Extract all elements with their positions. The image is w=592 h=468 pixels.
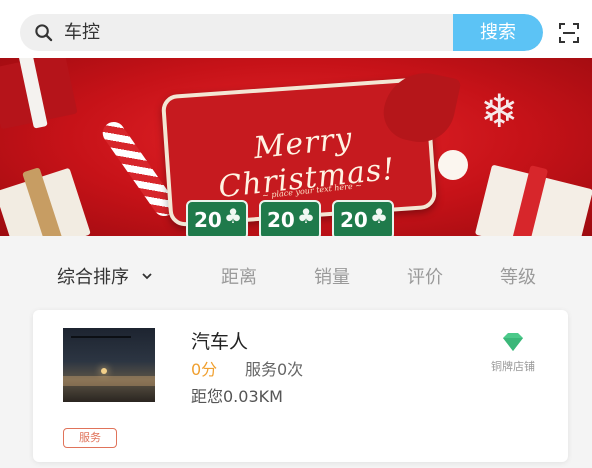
promo-badge-value: 20: [267, 208, 295, 232]
shop-card[interactable]: 汽车人 0分 服务0次 距您0.03KM 铜牌店铺 服务: [33, 310, 568, 462]
promo-badge-value: 20: [340, 208, 368, 232]
shop-score: 0分: [191, 360, 218, 379]
tree-icon: ♣: [297, 204, 315, 228]
search-icon: [35, 24, 53, 42]
service-tag: 服务: [63, 428, 117, 448]
sort-comprehensive[interactable]: 综合排序: [57, 266, 153, 290]
promo-badge-value: 20: [194, 208, 222, 232]
promo-badge: 20 ♣: [332, 200, 394, 236]
chevron-down-icon: [142, 273, 152, 280]
tree-icon: ♣: [224, 204, 242, 228]
search-header: 搜索: [0, 0, 592, 58]
shop-list-page: 搜索 ❄ Merry Christmas! ~ place your text …: [0, 0, 592, 468]
diamond-icon: [503, 333, 523, 351]
sort-rating[interactable]: 评价: [407, 266, 443, 290]
sort-level[interactable]: 等级: [500, 266, 536, 290]
thumbnail-detail: [71, 336, 131, 338]
shop-level-label: 铜牌店铺: [491, 360, 535, 373]
snowflake-icon: ❄: [480, 84, 519, 138]
shop-distance: 距您0.03KM: [191, 387, 283, 406]
search-button[interactable]: 搜索: [453, 14, 543, 51]
thumbnail-detail: [101, 368, 107, 374]
promo-badge: 20 ♣: [186, 200, 248, 236]
shop-name: 汽车人: [191, 331, 249, 353]
promo-badge: 20 ♣: [259, 200, 321, 236]
sort-distance[interactable]: 距离: [221, 266, 257, 290]
sort-sales[interactable]: 销量: [314, 266, 350, 290]
thumbnail-detail: [63, 376, 155, 386]
sort-comprehensive-label: 综合排序: [57, 267, 129, 288]
search-input[interactable]: [64, 14, 464, 51]
sort-filter-bar: 综合排序 距离 销量 评价 等级: [0, 236, 592, 308]
scan-icon[interactable]: [558, 22, 580, 44]
shop-service-count: 服务0次: [245, 360, 304, 379]
christmas-banner[interactable]: ❄ Merry Christmas! ~ place your text her…: [0, 58, 592, 236]
search-bar[interactable]: 搜索: [20, 14, 543, 51]
tree-icon: ♣: [370, 204, 388, 228]
santa-hat-pom: [438, 150, 468, 180]
shop-thumbnail: [63, 328, 155, 402]
